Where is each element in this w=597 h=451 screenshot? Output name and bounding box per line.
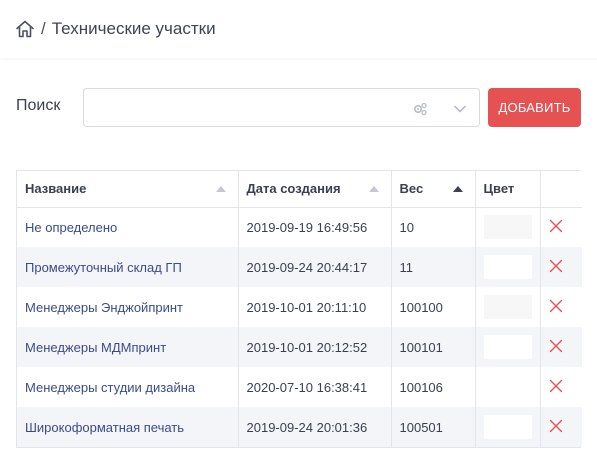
cell-name[interactable]: Менеджеры студии дизайна (17, 367, 239, 407)
color-swatch (483, 335, 532, 359)
add-button[interactable]: ДОБАВИТЬ (488, 88, 581, 127)
cell-weight: 10 (391, 207, 476, 247)
search-row: Поиск ДОБАВИТЬ (0, 86, 597, 128)
cell-actions (540, 367, 582, 407)
cell-color (475, 367, 541, 407)
cell-created: 2019-09-19 16:49:56 (238, 207, 392, 247)
cell-name[interactable]: Менеджеры МДМпринт (17, 327, 239, 367)
color-swatch (483, 215, 532, 240)
cell-color (475, 327, 541, 367)
breadcrumb-separator: / (41, 19, 46, 38)
cell-name[interactable]: Промежуточный склад ГП (17, 247, 239, 287)
table-row[interactable]: Промежуточный склад ГП 2019-09-24 20:44:… (17, 247, 582, 287)
cell-weight: 11 (391, 247, 476, 287)
search-input[interactable] (92, 93, 402, 123)
column-header-weight[interactable]: Вес (391, 171, 476, 208)
color-swatch (483, 255, 532, 279)
sort-asc-icon[interactable] (368, 186, 379, 192)
cell-actions (540, 207, 582, 247)
cell-actions (540, 327, 582, 367)
delete-icon[interactable] (549, 259, 563, 273)
cell-created: 2019-10-01 20:11:10 (238, 287, 392, 327)
cell-weight: 100100 (391, 287, 476, 327)
column-header-color: Цвет (475, 171, 541, 208)
cell-name[interactable]: Не определено (17, 207, 239, 247)
cell-name[interactable]: Широкоформатная печать (17, 407, 239, 447)
settings-gears-icon[interactable] (412, 101, 428, 117)
column-label: Дата создания (246, 181, 341, 197)
cell-created: 2019-10-01 20:12:52 (238, 327, 392, 367)
delete-icon[interactable] (549, 419, 563, 433)
cell-name[interactable]: Менеджеры Энджойпринт (17, 287, 239, 327)
column-header-actions (540, 171, 582, 208)
cell-color (475, 287, 541, 327)
cell-color (475, 247, 541, 287)
cell-actions (540, 407, 582, 447)
delete-icon[interactable] (549, 339, 563, 353)
search-label: Поиск (16, 97, 61, 114)
cell-actions (540, 247, 582, 287)
table-row[interactable]: Менеджеры студии дизайна 2020-07-10 16:3… (17, 367, 582, 407)
table-row[interactable]: Менеджеры МДМпринт 2019-10-01 20:12:52 1… (17, 327, 582, 367)
delete-icon[interactable] (549, 379, 563, 393)
sort-asc-icon[interactable] (215, 186, 226, 192)
home-icon[interactable] (14, 18, 36, 40)
table-header-row: Название Дата создания Вес Цвет (17, 171, 582, 208)
page-header: / Технические участки (0, 0, 597, 58)
color-swatch (483, 415, 532, 439)
cell-weight: 100101 (391, 327, 476, 367)
table-row[interactable]: Менеджеры Энджойпринт 2019-10-01 20:11:1… (17, 287, 582, 327)
sort-asc-active-icon[interactable] (452, 186, 463, 192)
page-title: Технические участки (51, 19, 216, 38)
cell-color (475, 407, 541, 447)
column-label: Вес (399, 181, 424, 197)
search-field[interactable] (83, 88, 480, 127)
cell-actions (540, 287, 582, 327)
table-row[interactable]: Широкоформатная печать 2019-09-24 20:01:… (17, 407, 582, 447)
delete-icon[interactable] (549, 219, 563, 233)
cell-created: 2019-09-24 20:01:36 (238, 407, 392, 447)
column-label: Название (25, 181, 87, 197)
delete-icon[interactable] (549, 299, 563, 313)
cell-weight: 100501 (391, 407, 476, 447)
table-row[interactable]: Не определено 2019-09-19 16:49:56 10 (17, 207, 582, 247)
column-header-created[interactable]: Дата создания (238, 171, 392, 208)
column-header-name[interactable]: Название (17, 171, 239, 208)
column-label: Цвет (483, 181, 515, 197)
chevron-down-icon[interactable] (453, 102, 467, 116)
cell-color (475, 207, 541, 247)
color-swatch (483, 295, 532, 319)
sections-table: Название Дата создания Вес Цвет Не опред… (16, 170, 582, 448)
cell-weight: 100106 (391, 367, 476, 407)
cell-created: 2020-07-10 16:38:41 (238, 367, 392, 407)
cell-created: 2019-09-24 20:44:17 (238, 247, 392, 287)
